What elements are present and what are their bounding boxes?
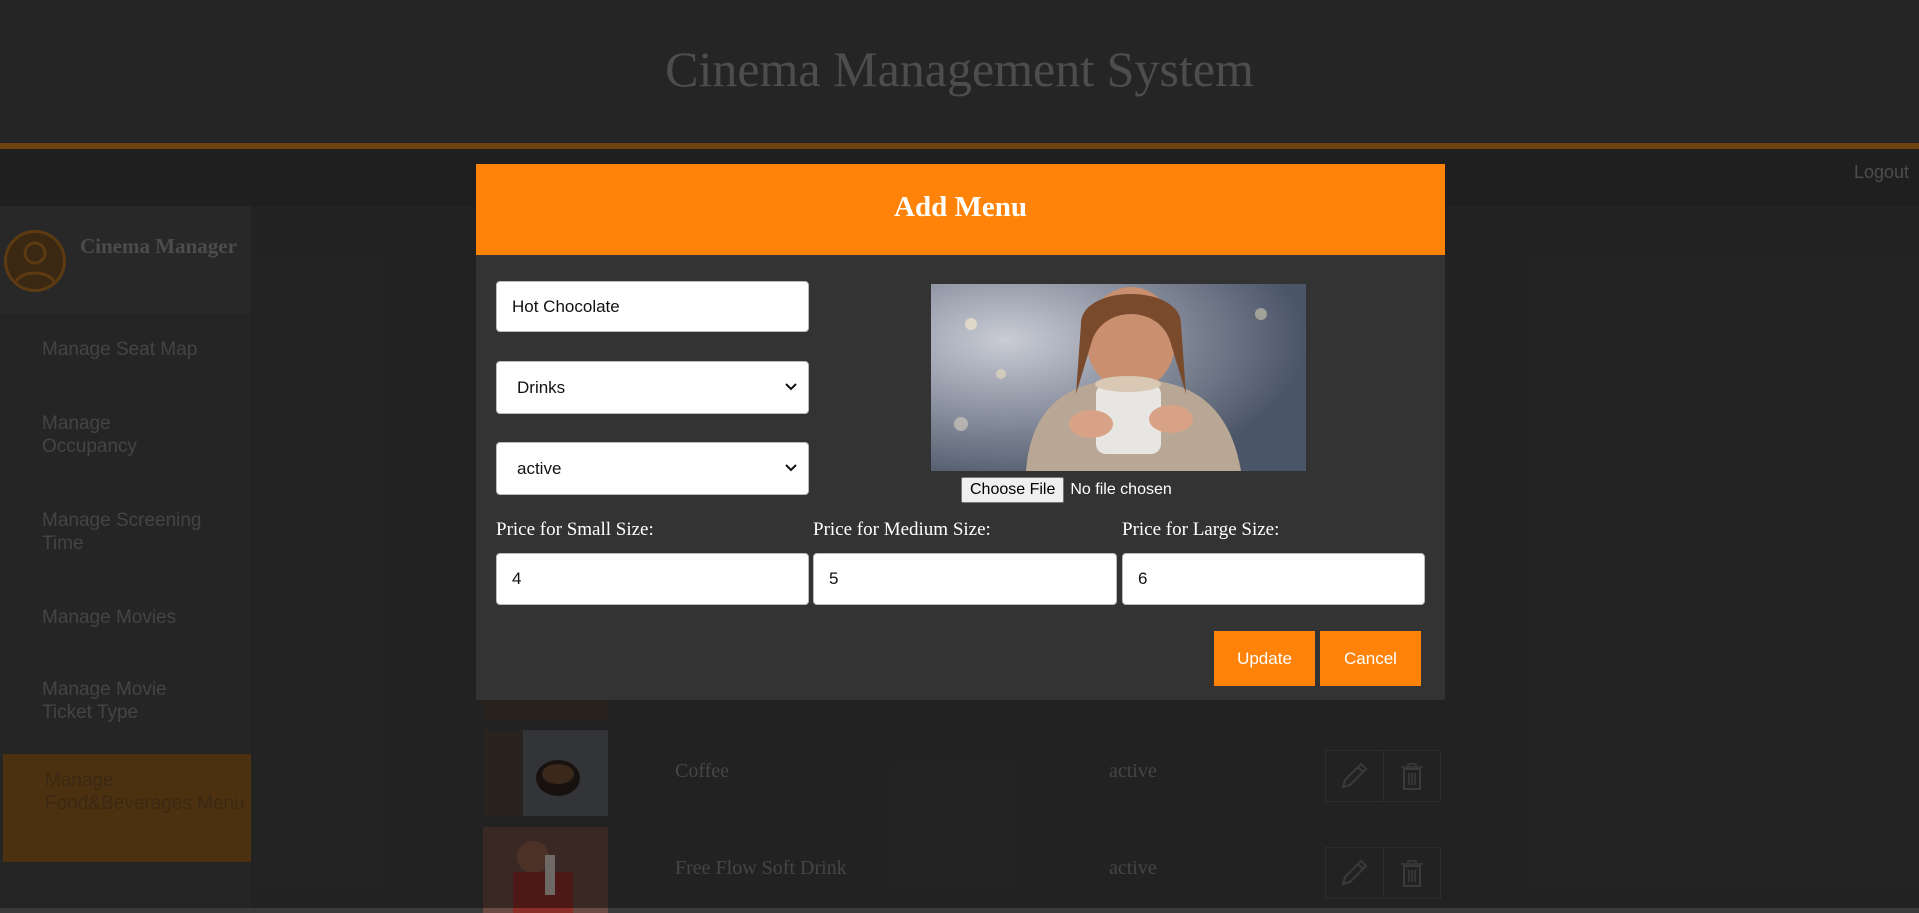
add-menu-modal: Add Menu Drinks active (476, 164, 1445, 700)
menu-image-preview (931, 284, 1306, 471)
cancel-button[interactable]: Cancel (1320, 631, 1421, 686)
modal-header: Add Menu (476, 164, 1445, 255)
file-status-text: No file chosen (1070, 481, 1172, 498)
status-select-wrap: active (496, 442, 809, 495)
price-medium-label: Price for Medium Size: (813, 519, 991, 540)
price-large-input[interactable] (1122, 553, 1425, 605)
menu-name-input[interactable] (496, 281, 809, 332)
price-large-label: Price for Large Size: (1122, 519, 1280, 540)
price-medium-input[interactable] (813, 553, 1117, 605)
file-upload: Choose File No file chosen (961, 477, 1172, 503)
category-select-wrap: Drinks (496, 361, 809, 414)
choose-file-button[interactable]: Choose File (961, 477, 1065, 503)
price-small-label: Price for Small Size: (496, 519, 654, 540)
price-small-input[interactable] (496, 553, 809, 605)
category-select[interactable]: Drinks (496, 361, 809, 414)
update-button[interactable]: Update (1214, 631, 1315, 686)
status-select[interactable]: active (496, 442, 809, 495)
modal-title: Add Menu (894, 191, 1027, 223)
